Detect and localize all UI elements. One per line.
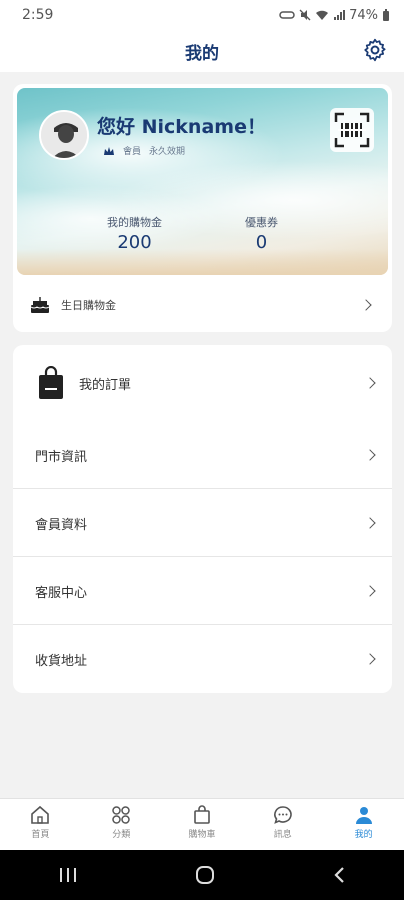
tab-home-label: 首頁 (31, 830, 50, 840)
avatar[interactable] (39, 110, 89, 160)
shopping-credit-label: 我的購物金 (107, 216, 162, 229)
home-button-icon[interactable] (194, 864, 216, 886)
status-time: 2:59 (22, 7, 54, 23)
chevron-right-icon (364, 449, 376, 461)
menu-item-orders-label: 我的訂單 (79, 377, 132, 393)
battery-icon (383, 8, 389, 21)
menu-item-orders[interactable]: 我的訂單 (13, 345, 392, 421)
tab-home[interactable]: 首頁 (0, 799, 81, 850)
shopping-credit-stat[interactable]: 我的購物金 200 (107, 214, 162, 253)
scan-barcode-icon (334, 112, 370, 148)
signal-icon (334, 10, 346, 20)
wifi-icon (316, 10, 329, 20)
menu-item-member-profile[interactable]: 會員資料 (13, 489, 392, 557)
recent-apps-icon[interactable] (58, 866, 78, 884)
home-icon (31, 805, 50, 824)
tab-messages[interactable]: 訊息 (242, 799, 323, 850)
chevron-right-icon (364, 517, 376, 529)
coupon-value: 0 (255, 232, 268, 253)
status-bar: 2:59 74% (0, 0, 404, 30)
tab-cart[interactable]: 購物車 (162, 799, 243, 850)
menu-item-stores[interactable]: 門市資訊 (13, 421, 392, 489)
menu-item-shipping-address[interactable]: 收貨地址 (13, 625, 392, 693)
page-title: 我的 (185, 43, 219, 64)
status-icons: 74% (279, 8, 390, 23)
member-tier: 會員 (123, 147, 142, 157)
gear-icon[interactable] (362, 37, 388, 63)
back-icon[interactable] (332, 866, 346, 884)
menu-item-customer-service[interactable]: 客服中心 (13, 557, 392, 625)
tab-messages-label: 訊息 (273, 830, 292, 840)
menu-item-stores-label: 門市資訊 (35, 449, 88, 465)
link-icon (279, 11, 295, 19)
cake-icon (30, 297, 50, 313)
shopping-bag-icon (39, 366, 63, 399)
avatar-placeholder-icon (41, 112, 87, 158)
coupon-label: 優惠券 (245, 216, 278, 229)
coupon-stat[interactable]: 優惠券 0 (245, 214, 278, 253)
tab-me-label: 我的 (354, 830, 373, 840)
crown-icon (104, 146, 114, 155)
member-qr-button[interactable] (330, 108, 374, 152)
birthday-credit-label: 生日購物金 (61, 299, 116, 312)
tab-categories[interactable]: 分類 (81, 799, 162, 850)
bottom-tab-bar: 首頁 分類 購物車 訊息 我的 (0, 798, 404, 850)
menu-item-shipping-address-label: 收貨地址 (35, 653, 88, 669)
menu-item-customer-service-label: 客服中心 (35, 585, 88, 601)
user-icon (355, 807, 372, 824)
chevron-right-icon (364, 377, 376, 389)
menu-item-member-profile-label: 會員資料 (35, 517, 88, 533)
bag-icon (194, 805, 210, 824)
member-validity: 永久效期 (149, 147, 186, 157)
system-nav-bar (0, 850, 404, 900)
tab-me[interactable]: 我的 (323, 799, 404, 850)
shopping-credit-value: 200 (117, 232, 152, 253)
chevron-right-icon (364, 585, 376, 597)
account-menu: 我的訂單 門市資訊 會員資料 客服中心 收貨地址 (13, 345, 392, 693)
chevron-right-icon (360, 299, 372, 311)
grid-icon (112, 806, 130, 824)
tab-categories-label: 分類 (112, 830, 131, 840)
chevron-right-icon (364, 653, 376, 665)
birthday-credit-row[interactable]: 生日購物金 (17, 280, 388, 330)
membership-info: 會員 永久效期 (103, 144, 185, 157)
tab-cart-label: 購物車 (188, 830, 216, 840)
greeting-text: 您好 Nickname！ (97, 116, 266, 138)
profile-card: 您好 Nickname！ 會員 永久效期 我的購物金 200 優惠券 0 生日購… (13, 84, 392, 332)
mute-icon (299, 9, 311, 21)
profile-banner: 您好 Nickname！ 會員 永久效期 我的購物金 200 優惠券 0 (17, 88, 388, 275)
chat-icon (273, 806, 292, 824)
app-header: 我的 (0, 30, 404, 72)
battery-percent: 74% (349, 7, 378, 23)
